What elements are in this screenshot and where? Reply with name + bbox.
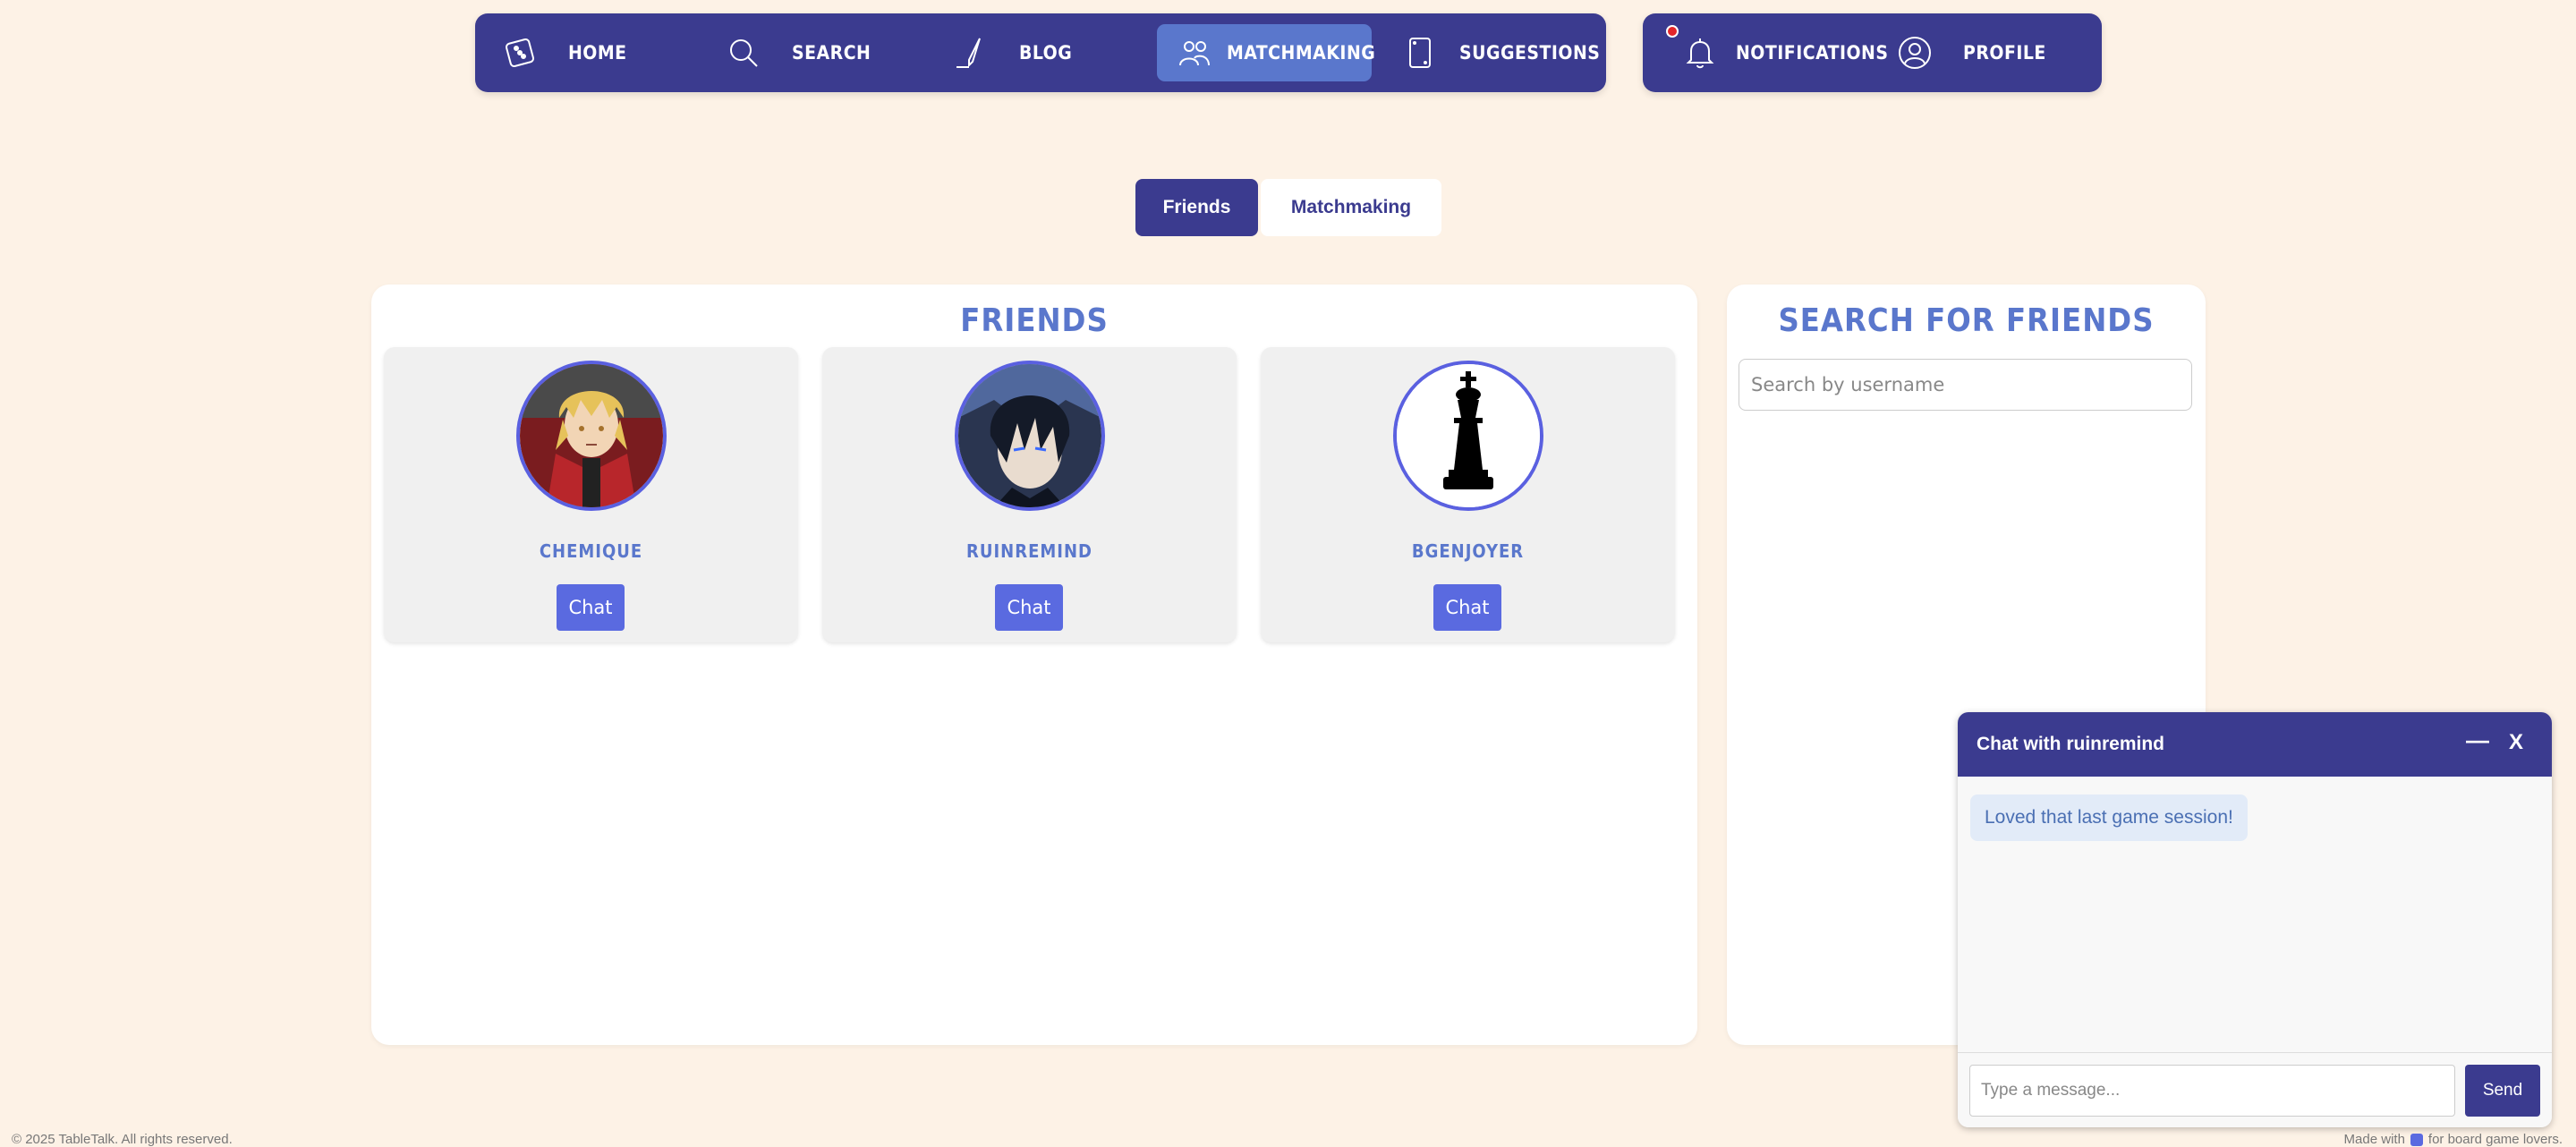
friend-card: RUINREMIND Chat [822,347,1237,642]
user-navbar: NOTIFICATIONS PROFILE [1643,13,2102,92]
nav-search-label: SEARCH [792,42,871,64]
dice-icon [502,35,538,71]
minimize-button[interactable]: — [2466,726,2489,754]
avatar [516,361,667,511]
pen-icon [953,35,989,71]
nav-blog-label: BLOG [1019,42,1073,64]
card-icon [1402,35,1438,71]
friend-card: BGENJOYER Chat [1261,347,1675,642]
copyright-text: © 2025 TableTalk. All rights reserved. [12,1132,233,1147]
made-with-prefix: Made with [2343,1132,2405,1147]
send-button[interactable]: Send [2465,1065,2540,1117]
nav-blog[interactable]: BLOG [953,24,1072,81]
made-with-suffix: for board game lovers. [2427,1132,2563,1147]
chat-title: Chat with ruinremind [1977,734,2164,754]
bell-icon [1682,35,1718,71]
username-search-input[interactable] [1739,359,2192,411]
nav-matchmaking-label: MATCHMAKING [1227,42,1376,64]
nav-profile[interactable]: PROFILE [1897,24,2046,81]
chat-button[interactable]: Chat [995,584,1063,631]
search-icon [726,35,761,71]
chat-composer: Send [1958,1052,2552,1127]
dice-icon [2410,1133,2423,1146]
user-icon [1897,35,1933,71]
made-with-text: Made with for board game lovers. [2344,1132,2563,1147]
chat-header: Chat with ruinremind — X [1958,712,2552,777]
friend-name: CHEMIQUE [539,540,643,562]
nav-home-label: HOME [568,42,627,64]
nav-suggestions-label: SUGGESTIONS [1459,42,1601,64]
tab-matchmaking[interactable]: Matchmaking [1261,179,1441,236]
close-button[interactable]: X [2509,730,2523,755]
chat-button[interactable]: Chat [1433,584,1501,631]
chat-message: Loved that last game session! [1970,794,2248,841]
friend-name: RUINREMIND [966,540,1092,562]
nav-suggestions[interactable]: SUGGESTIONS [1402,24,1600,81]
message-input[interactable] [1969,1065,2455,1117]
nav-profile-label: PROFILE [1963,42,2046,64]
friend-card: CHEMIQUE Chat [384,347,798,642]
avatar [1393,361,1543,511]
nav-notifications[interactable]: NOTIFICATIONS [1682,24,1888,81]
chat-button[interactable]: Chat [557,584,625,631]
unread-indicator [1666,25,1679,38]
nav-home[interactable]: HOME [502,24,627,81]
tab-friends[interactable]: Friends [1135,179,1258,236]
main-navbar: HOME SEARCH BLOG MATCHMAKING SUGGESTIONS [475,13,1606,92]
nav-matchmaking[interactable]: MATCHMAKING [1157,24,1376,81]
nav-search[interactable]: SEARCH [726,24,871,81]
search-friends-title: SEARCH FOR FRIENDS [1778,302,2155,339]
nav-notifications-label: NOTIFICATIONS [1736,42,1889,64]
avatar [955,361,1105,511]
people-icon [1177,35,1212,71]
friends-panel: FRIENDS CHEMIQUE Chat RUINREMIND Chat BG… [371,285,1697,1045]
chat-window: Chat with ruinremind — X Loved that last… [1958,712,2552,1127]
friends-title: FRIENDS [960,302,1109,339]
view-tabs: Friends Matchmaking [1135,179,1441,236]
friend-name: BGENJOYER [1411,540,1525,562]
